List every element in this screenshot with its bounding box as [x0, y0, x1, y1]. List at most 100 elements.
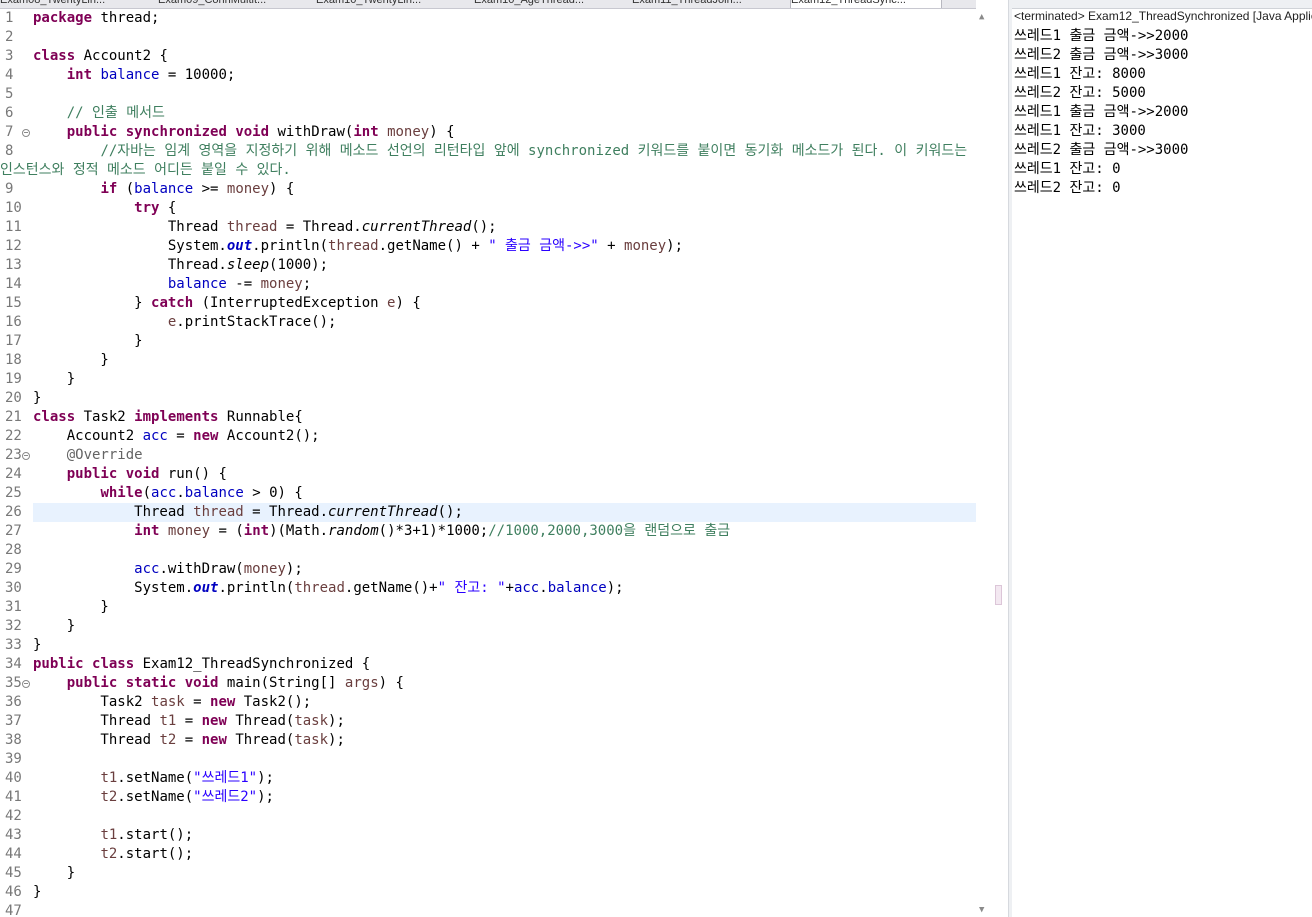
- code-line[interactable]: }: [33, 617, 976, 636]
- code-token: =: [184, 694, 211, 710]
- code-line[interactable]: Thread t2 = new Thread(task);: [33, 731, 976, 750]
- line-number: 28: [5, 542, 22, 558]
- code-line[interactable]: balance -= money;: [33, 275, 976, 294]
- code-line[interactable]: t1.setName("쓰레드1");: [33, 769, 976, 788]
- code-line[interactable]: //자바는 임계 영역을 지정하기 위해 메소드 선언의 리턴타입 앞에 syn…: [33, 142, 976, 161]
- code-token: -=: [226, 276, 261, 292]
- code-editor[interactable]: 1 2 3 4 5 6 7 8 9 10 11 12 13 14 15 16 17 18 19 20 21 22 23 24 2…: [0, 9, 976, 917]
- code-token: );: [606, 580, 624, 596]
- code-token: );: [257, 770, 274, 786]
- overview-ruler[interactable]: ▲ ▼: [976, 0, 988, 917]
- code-line[interactable]: Thread thread = Thread.currentThread();: [33, 218, 976, 237]
- code-token: main(String[]: [218, 675, 345, 691]
- code-token: .start();: [117, 827, 194, 843]
- code-line[interactable]: System.out.println(thread.getName()+" 잔고…: [33, 579, 976, 598]
- code-token: class: [92, 656, 135, 672]
- line-number: 30: [5, 580, 22, 596]
- code-line[interactable]: Task2 task = new Task2();: [33, 693, 976, 712]
- code-line[interactable]: }: [33, 883, 976, 902]
- code-token: ) {: [429, 124, 455, 140]
- line-number: 47: [5, 903, 22, 917]
- code-line[interactable]: if (balance >= money) {: [33, 180, 976, 199]
- code-line[interactable]: [33, 750, 976, 769]
- code-line[interactable]: Thread.sleep(1000);: [33, 256, 976, 275]
- code-line[interactable]: }: [33, 598, 976, 617]
- code-line[interactable]: public class Exam12_ThreadSynchronized {: [33, 655, 976, 674]
- code-line[interactable]: t2.start();: [33, 845, 976, 864]
- code-line[interactable]: // 인출 메서드: [33, 104, 976, 123]
- scroll-down-icon[interactable]: ▼: [979, 905, 984, 915]
- code-token: = Thread.: [277, 219, 362, 235]
- code-line[interactable]: package thread;: [33, 9, 976, 28]
- code-line[interactable]: System.out.println(thread.getName() + " …: [33, 237, 976, 256]
- code-line[interactable]: }: [33, 636, 976, 655]
- code-line[interactable]: int money = (int)(Math.random()*3+1)*100…: [33, 522, 976, 541]
- scrollbar-thumb[interactable]: [995, 585, 1002, 605]
- line-number: 31: [5, 599, 22, 615]
- code-line[interactable]: Account2 acc = new Account2();: [33, 427, 976, 446]
- code-token: Thread.: [33, 257, 227, 273]
- scroll-up-icon[interactable]: ▲: [979, 12, 984, 22]
- code-token: args: [344, 675, 379, 691]
- line-number: 32: [5, 618, 22, 634]
- code-token: "쓰레드1": [193, 770, 258, 786]
- code-token: acc: [142, 428, 168, 444]
- fold-collapse-icon[interactable]: [22, 680, 30, 688]
- code-line[interactable]: t2.setName("쓰레드2");: [33, 788, 976, 807]
- code-token: int: [66, 67, 93, 83]
- code-line[interactable]: public synchronized void withDraw(int mo…: [33, 123, 976, 142]
- code-line[interactable]: }: [33, 864, 976, 883]
- editor-tab[interactable]: Exam11_ThreadJoin...: [632, 0, 782, 8]
- code-line[interactable]: }: [33, 332, 976, 351]
- code-line[interactable]: e.printStackTrace();: [33, 313, 976, 332]
- code-token: withDraw(: [269, 124, 354, 140]
- code-line[interactable]: class Account2 {: [33, 47, 976, 66]
- code-line[interactable]: 인스턴스와 정적 메소드 어디든 붙일 수 있다.: [0, 161, 976, 180]
- code-line[interactable]: [33, 807, 976, 826]
- code-line[interactable]: class Task2 implements Runnable{: [33, 408, 976, 427]
- editor-tab[interactable]: Exam10_TwentyLin...: [316, 0, 466, 8]
- code-line[interactable]: @Override: [33, 446, 976, 465]
- fold-collapse-icon[interactable]: [22, 129, 30, 137]
- code-line[interactable]: }: [33, 351, 976, 370]
- editor-tab[interactable]: Exam08_TwentyLin...: [0, 0, 150, 8]
- code-token: );: [257, 789, 274, 805]
- code-token: ) {: [378, 675, 404, 691]
- code-token: Account2();: [218, 428, 320, 444]
- code-token: synchronized: [125, 124, 227, 140]
- code-token: t1: [159, 713, 177, 729]
- code-token: t2: [100, 789, 118, 805]
- code-token: money: [624, 238, 667, 254]
- code-token: ();: [437, 504, 463, 520]
- code-token: new: [193, 428, 219, 444]
- editor-tab[interactable]: Exam09_ConnMultit...: [158, 0, 308, 8]
- editor-tab[interactable]: Exam12_ThreadSync...: [790, 0, 942, 8]
- code-line[interactable]: } catch (InterruptedException e) {: [33, 294, 976, 313]
- code-line[interactable]: acc.withDraw(money);: [33, 560, 976, 579]
- code-line[interactable]: public void run() {: [33, 465, 976, 484]
- code-token: .: [176, 485, 185, 501]
- code-line[interactable]: Thread t1 = new Thread(task);: [33, 712, 976, 731]
- code-line[interactable]: while(acc.balance > 0) {: [33, 484, 976, 503]
- code-line[interactable]: try {: [33, 199, 976, 218]
- code-line[interactable]: }: [33, 389, 976, 408]
- current-code-line[interactable]: Thread thread = Thread.currentThread();: [33, 503, 976, 522]
- code-line[interactable]: t1.start();: [33, 826, 976, 845]
- code-line[interactable]: [33, 902, 976, 917]
- code-line[interactable]: [33, 85, 976, 104]
- code-area[interactable]: package thread; class Account2 { int bal…: [0, 9, 976, 917]
- fold-collapse-icon[interactable]: [22, 452, 30, 460]
- code-line[interactable]: public static void main(String[] args) {: [33, 674, 976, 693]
- line-number: 2: [5, 29, 14, 45]
- code-line[interactable]: [33, 28, 976, 47]
- editor-tab[interactable]: Exam10_AgeThread...: [474, 0, 624, 8]
- code-line[interactable]: int balance = 10000;: [33, 66, 976, 85]
- code-line[interactable]: [33, 541, 976, 560]
- code-line[interactable]: }: [33, 370, 976, 389]
